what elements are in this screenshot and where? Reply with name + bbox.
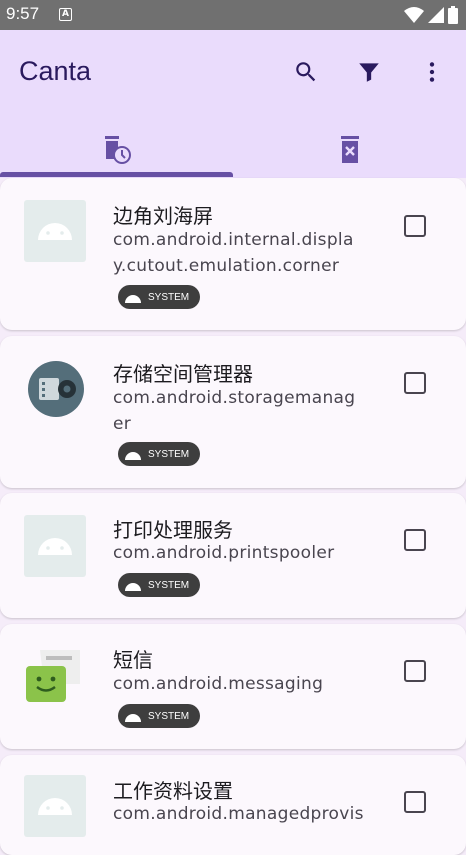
select-checkbox[interactable] <box>404 791 426 813</box>
select-checkbox[interactable] <box>404 529 426 551</box>
top-app-bar: Canta <box>0 30 466 178</box>
wifi-icon <box>404 7 424 23</box>
android-icon <box>125 452 141 460</box>
package-name: com.android.printspooler <box>113 543 335 563</box>
delete-clock-icon <box>104 136 131 164</box>
list-item[interactable]: 工作资料设置 com.android.managedprovisi <box>0 755 466 855</box>
notification-a-icon: A <box>59 8 72 21</box>
app-name: 边角刘海屏 <box>113 204 213 228</box>
package-name: com.android.internal.display.cutout.emul… <box>113 230 354 276</box>
more-options-button[interactable] <box>416 56 448 88</box>
status-bar: 9:57 A <box>0 0 466 30</box>
package-name: com.android.managedprovisi <box>113 804 363 824</box>
system-badge: SYSTEM <box>118 573 200 597</box>
package-name: com.android.storagemanager <box>113 388 356 434</box>
search-icon <box>296 62 316 82</box>
list-item[interactable]: 边角刘海屏 com.android.internal.display.cutou… <box>0 178 466 330</box>
android-icon <box>125 583 141 591</box>
android-icon <box>125 295 141 303</box>
system-badge: SYSTEM <box>118 442 200 466</box>
filter-icon <box>359 63 379 82</box>
android-placeholder-icon <box>24 775 86 837</box>
app-name: 工作资料设置 <box>113 779 233 803</box>
app-title: Canta <box>19 56 92 86</box>
android-placeholder-icon <box>24 200 86 262</box>
list-item[interactable]: 打印处理服务 com.android.printspooler SYSTEM <box>0 493 466 618</box>
battery-icon <box>448 6 458 24</box>
delete-x-icon <box>340 136 359 163</box>
search-button[interactable] <box>290 56 322 88</box>
android-icon <box>125 714 141 722</box>
system-badge-label: SYSTEM <box>148 448 190 460</box>
package-name: com.android.messaging <box>113 674 324 694</box>
tab-uninstalled[interactable] <box>233 125 466 175</box>
tab-recycle-bin-history[interactable] <box>0 125 233 175</box>
list-item[interactable]: 存储空间管理器 com.android.storagemanager SYSTE… <box>0 336 466 488</box>
signal-icon <box>428 7 444 23</box>
more-vert-icon <box>429 62 435 82</box>
app-name: 存储空间管理器 <box>113 362 253 386</box>
select-checkbox[interactable] <box>404 372 426 394</box>
filter-button[interactable] <box>353 56 385 88</box>
messaging-icon <box>26 650 80 702</box>
select-checkbox[interactable] <box>404 660 426 682</box>
tab-indicator <box>0 172 233 177</box>
list-item[interactable]: 短信 com.android.messaging SYSTEM <box>0 624 466 749</box>
system-badge: SYSTEM <box>118 285 200 309</box>
system-badge-label: SYSTEM <box>148 579 190 591</box>
app-name: 打印处理服务 <box>113 518 233 542</box>
system-badge: SYSTEM <box>118 704 200 728</box>
storage-manager-icon <box>28 361 84 417</box>
select-checkbox[interactable] <box>404 215 426 237</box>
system-badge-label: SYSTEM <box>148 710 190 722</box>
system-badge-label: SYSTEM <box>148 291 190 303</box>
android-placeholder-icon <box>24 515 86 577</box>
app-name: 短信 <box>113 648 153 672</box>
status-time: 9:57 <box>6 4 40 23</box>
status-indicators <box>404 6 458 24</box>
